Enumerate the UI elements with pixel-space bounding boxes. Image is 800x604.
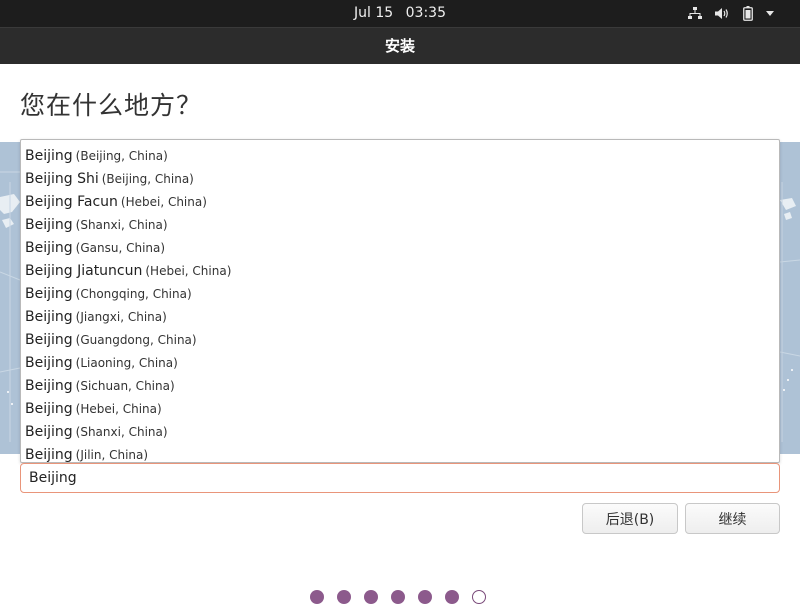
progress-dot [337,590,351,604]
suggestion-item[interactable]: Beijing (Sichuan, China) [21,373,779,396]
suggestion-items: Beijing (Beijing, China) Beijing Shi (Beiji… [21,140,779,465]
suggestion-region: (Jilin, China) [75,448,149,462]
suggestion-item[interactable]: Beijing (Chongqing, China) [21,281,779,304]
suggestion-city: Beijing [25,240,73,256]
suggestion-region: (Shanxi, China) [75,425,168,439]
suggestion-city: Beijing [25,217,73,233]
suggestion-item[interactable]: Beijing Shi (Beijing, China) [21,166,779,189]
progress-dot [391,590,405,604]
clock[interactable]: Jul 15 03:35 [0,0,800,27]
back-button[interactable]: 后退(B) [582,503,678,534]
suggestion-item[interactable]: Beijing (Hebei, China) [21,396,779,419]
suggestion-city: Beijing Shi [25,171,99,187]
battery-icon [743,6,753,21]
suggestion-city: Beijing Facun [25,194,118,210]
suggestion-item[interactable]: Beijing (Shanxi, China) [21,419,779,442]
suggestion-city: Beijing [25,355,73,371]
location-input[interactable] [20,463,780,493]
suggestion-region: (Sichuan, China) [75,379,175,393]
suggestion-item[interactable]: Beijing Jiatuncun (Hebei, China) [21,258,779,281]
window-title: 安装 [384,37,415,55]
continue-button[interactable]: 继续 [685,503,780,534]
suggestion-item[interactable]: Beijing (Gansu, China) [21,235,779,258]
suggestion-city: Beijing [25,286,73,302]
suggestion-item[interactable]: Beijing (Jiangxi, China) [21,304,779,327]
progress-dot [418,590,432,604]
installer-progress [310,590,486,604]
suggestion-item[interactable]: Beijing (Shanxi, China) [21,212,779,235]
suggestion-item[interactable]: Beijing (Beijing, China) [21,143,779,166]
suggestion-item[interactable]: Beijing (Jilin, China) [21,442,779,465]
suggestion-item[interactable]: Beijing (Liaoning, China) [21,350,779,373]
suggestion-region: (Beijing, China) [101,172,194,186]
suggestion-region: (Hebei, China) [75,402,162,416]
clock-date: Jul 15 [354,5,394,21]
volume-icon [715,7,730,20]
suggestion-region: (Hebei, China) [120,195,207,209]
progress-dot [445,590,459,604]
header-bar: 安装 [0,27,800,64]
clock-time: 03:35 [405,5,446,21]
suggestion-region: (Gansu, China) [75,241,166,255]
system-menu-caret-icon [766,11,774,16]
progress-dot [364,590,378,604]
top-panel: Jul 15 03:35 [0,0,800,27]
location-suggestions-list: Beijing (Beijing, China) Beijing Shi (Beiji… [20,139,780,463]
suggestion-city: Beijing [25,424,73,440]
suggestion-city: Beijing [25,401,73,417]
suggestion-item[interactable]: Beijing Facun (Hebei, China) [21,189,779,212]
suggestion-region: (Hebei, China) [145,264,232,278]
network-icon [688,7,702,20]
system-tray[interactable] [688,0,774,27]
suggestion-city: Beijing [25,309,73,325]
suggestion-city: Beijing Jiatuncun [25,263,143,279]
progress-dot [310,590,324,604]
suggestion-region: (Jiangxi, China) [75,310,167,324]
suggestion-item[interactable]: Beijing (Guangdong, China) [21,327,779,350]
page-title: 您在什么地方？ [20,91,203,120]
progress-dot-current [472,590,486,604]
suggestion-city: Beijing [25,332,73,348]
suggestion-city: Beijing [25,447,73,463]
suggestion-region: (Liaoning, China) [75,356,178,370]
suggestion-region: (Chongqing, China) [75,287,192,301]
suggestion-region: (Beijing, China) [75,149,168,163]
suggestion-city: Beijing [25,378,73,394]
suggestion-city: Beijing [25,148,73,164]
suggestion-region: (Guangdong, China) [75,333,197,347]
suggestion-region: (Shanxi, China) [75,218,168,232]
